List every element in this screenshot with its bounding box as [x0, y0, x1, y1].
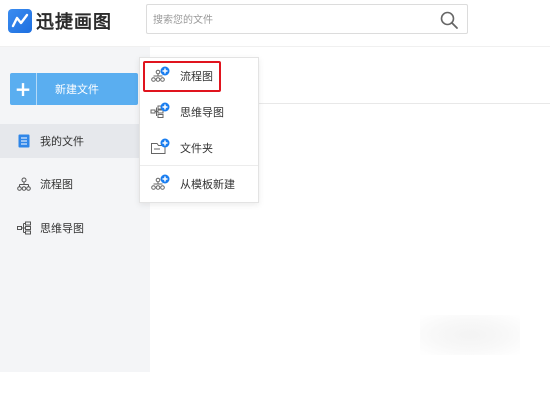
menu-divider [140, 165, 258, 166]
logo[interactable]: 迅捷画图 [8, 8, 112, 34]
search-icon[interactable] [439, 10, 459, 30]
menu-item-folder[interactable]: 文件夹 [140, 132, 258, 164]
mindmap-icon [16, 220, 32, 236]
plus-icon: + [14, 77, 32, 101]
mindmap-add-icon [150, 102, 174, 122]
sidebar-item-label: 流程图 [40, 178, 73, 191]
content-divider [258, 103, 550, 104]
document-icon [16, 133, 32, 149]
new-file-label: 新建文件 [55, 83, 99, 96]
menu-item-label: 从模板新建 [180, 178, 235, 191]
header: 迅捷画图 [0, 0, 550, 44]
app-title: 迅捷画图 [36, 12, 112, 33]
sidebar-item-flowchart[interactable]: 流程图 [0, 167, 150, 201]
sidebar-item-mindmap[interactable]: 思维导图 [0, 211, 150, 245]
menu-item-from-template[interactable]: 从模板新建 [140, 168, 258, 200]
menu-item-label: 思维导图 [180, 106, 224, 119]
logo-icon [8, 9, 32, 33]
button-separator [36, 73, 37, 105]
app-window: 迅捷画图 + 新建文件 [0, 0, 550, 394]
menu-item-label: 文件夹 [180, 142, 213, 155]
highlight-box [143, 61, 221, 92]
sidebar: + 新建文件 我的文件 流程图 思维导图 [0, 47, 150, 372]
sidebar-item-my-files[interactable]: 我的文件 [0, 124, 150, 158]
template-add-icon [150, 174, 174, 194]
search-input[interactable] [153, 11, 423, 29]
search-box[interactable] [146, 4, 468, 34]
sidebar-item-label: 我的文件 [40, 135, 84, 148]
sidebar-item-label: 思维导图 [40, 222, 84, 235]
menu-item-mindmap[interactable]: 思维导图 [140, 96, 258, 128]
new-file-button[interactable]: + 新建文件 [10, 73, 138, 105]
watermark-blur [420, 315, 520, 355]
flowchart-icon [16, 176, 32, 192]
folder-add-icon [150, 138, 174, 158]
